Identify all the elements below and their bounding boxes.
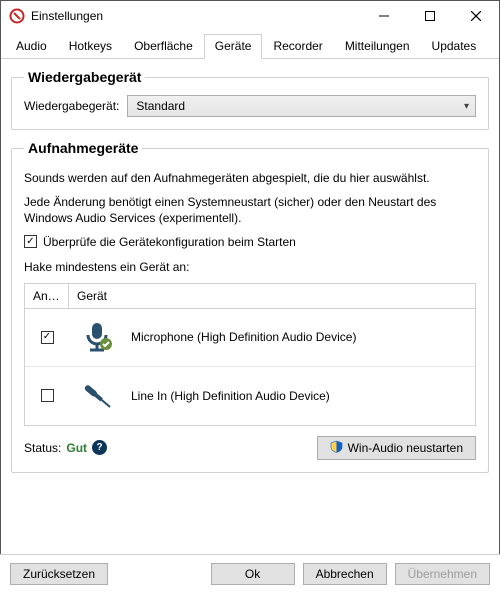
- verify-config-label: Überprüfe die Gerätekonfiguration beim S…: [43, 235, 296, 249]
- ok-button-label: Ok: [245, 567, 260, 581]
- status-value: Gut: [66, 441, 87, 455]
- tab-oberflaeche[interactable]: Oberfläche: [123, 34, 204, 59]
- ok-button[interactable]: Ok: [211, 563, 295, 585]
- restart-win-audio-label: Win-Audio neustarten: [348, 441, 463, 455]
- status-label: Status:: [24, 441, 61, 455]
- chevron-down-icon: ▾: [464, 101, 469, 112]
- group-recording-legend: Aufnahmegeräte: [24, 140, 142, 156]
- column-device-header[interactable]: Gerät: [69, 284, 475, 308]
- playback-device-combobox[interactable]: Standard ▾: [127, 95, 476, 117]
- tab-hotkeys[interactable]: Hotkeys: [58, 34, 123, 59]
- dialog-footer: Zurücksetzen Ok Abbrechen Übernehmen: [0, 554, 500, 593]
- group-playback-legend: Wiedergabegerät: [24, 69, 145, 85]
- group-recording: Aufnahmegeräte Sounds werden auf den Auf…: [11, 140, 489, 473]
- window-minimize-button[interactable]: [361, 1, 407, 31]
- device-label: Microphone (High Definition Audio Device…: [125, 326, 475, 348]
- column-enabled-header[interactable]: An…: [25, 284, 69, 308]
- tab-audio[interactable]: Audio: [5, 34, 58, 59]
- device-list-hint: Hake mindestens ein Gerät an:: [24, 259, 476, 275]
- apply-button-label: Übernehmen: [408, 567, 477, 581]
- app-icon: [9, 8, 25, 24]
- recording-note: Jede Änderung benötigt einen Systemneust…: [24, 194, 476, 226]
- device-enable-checkbox[interactable]: ✓: [41, 331, 54, 344]
- reset-button[interactable]: Zurücksetzen: [10, 563, 108, 585]
- device-label: Line In (High Definition Audio Device): [125, 385, 475, 407]
- tab-updates[interactable]: Updates: [421, 34, 488, 59]
- reset-button-label: Zurücksetzen: [23, 567, 95, 581]
- cancel-button-label: Abbrechen: [316, 567, 374, 581]
- tab-bar: Audio Hotkeys Oberfläche Geräte Recorder…: [1, 33, 499, 59]
- device-row[interactable]: Line In (High Definition Audio Device): [25, 367, 475, 425]
- restart-win-audio-button[interactable]: Win-Audio neustarten: [317, 436, 476, 460]
- device-row[interactable]: ✓ Microphone (High Definition Audio Devi…: [25, 309, 475, 367]
- window-maximize-button[interactable]: [407, 1, 453, 31]
- shield-icon: [330, 440, 343, 456]
- help-icon[interactable]: ?: [92, 440, 107, 455]
- window-close-button[interactable]: [453, 1, 499, 31]
- recording-intro: Sounds werden auf den Aufnahmegeräten ab…: [24, 170, 476, 186]
- device-table-header: An… Gerät: [25, 284, 475, 309]
- titlebar: Einstellungen: [1, 1, 499, 31]
- group-playback: Wiedergabegerät Wiedergabegerät: Standar…: [11, 69, 489, 130]
- window-title: Einstellungen: [31, 9, 361, 23]
- playback-device-value: Standard: [136, 99, 185, 113]
- tab-recorder[interactable]: Recorder: [262, 34, 333, 59]
- apply-button[interactable]: Übernehmen: [395, 563, 490, 585]
- verify-config-checkbox[interactable]: ✓: [24, 235, 37, 248]
- cancel-button[interactable]: Abbrechen: [303, 563, 387, 585]
- tab-geraete[interactable]: Geräte: [204, 34, 263, 59]
- line-in-icon: [69, 375, 125, 417]
- device-enable-checkbox[interactable]: [41, 389, 54, 402]
- device-table: An… Gerät ✓ Microphone: [24, 283, 476, 426]
- microphone-icon: [69, 317, 125, 357]
- playback-device-label: Wiedergabegerät:: [24, 99, 119, 113]
- tab-mitteilungen[interactable]: Mitteilungen: [334, 34, 421, 59]
